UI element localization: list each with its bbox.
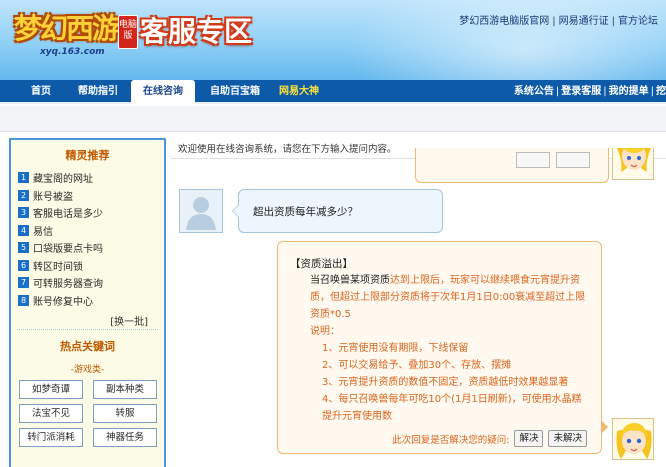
item-label: 口袋版要点卡吗 bbox=[33, 244, 103, 256]
recommend-list: 1 藏宝阁的网址 2 账号被盗 3 客服电话是多少 4 易信 5 口袋版要点卡吗 6 转区时… bbox=[11, 169, 164, 309]
item-number: 8 bbox=[18, 294, 29, 306]
item-label: 易信 bbox=[33, 226, 53, 238]
top-links: 梦幻西游电脑版官网 | 网易通行证 | 官方论坛 bbox=[459, 12, 658, 27]
list-item[interactable]: 4 易信 bbox=[11, 222, 164, 240]
keyword-button[interactable]: 法宝不见 bbox=[19, 404, 83, 423]
assistant-avatar bbox=[612, 148, 654, 180]
list-item[interactable]: 8 账号修复中心 bbox=[11, 292, 164, 310]
game-logo[interactable]: 梦幻西游 电脑版 xyq.163.com bbox=[6, 5, 138, 61]
item-label: 客服电话是多少 bbox=[33, 209, 103, 221]
main-nav: 首页 帮助指引 在线咨询 自助百宝箱 网易大神 系统公告 | 登录客服 | 我的提单 | 挖 bbox=[0, 80, 666, 106]
question-text: 超出资质每年减多少？ bbox=[253, 206, 358, 218]
answer-bubble: 【资质溢出】 当召唤兽某项资质达到上限后，玩家可以继续喂食元宵提升资质，但超过上… bbox=[277, 241, 608, 454]
divider: | bbox=[552, 16, 556, 27]
keyword-button[interactable]: 神器任务 bbox=[93, 428, 157, 447]
tab-home[interactable]: 首页 bbox=[16, 80, 66, 104]
keyword-button[interactable]: 如梦奇谭 bbox=[19, 380, 83, 399]
site-header: 梦幻西游 电脑版 xyq.163.com 客服专区 梦幻西游电脑版官网 | 网易通行… bbox=[0, 0, 666, 80]
link-announcements[interactable]: 系统公告 bbox=[514, 86, 554, 97]
keyword-grid: 如梦奇谭 副本种类 法宝不见 转服 转门派消耗 神器任务 bbox=[11, 380, 164, 447]
item-number: 4 bbox=[18, 224, 29, 236]
keyword-button[interactable]: 转服 bbox=[93, 404, 157, 423]
fairy-avatar-icon bbox=[613, 419, 653, 459]
user-question-bubble: 超出资质每年减多少？ bbox=[232, 189, 443, 233]
answer-note: 2、可以交易给予、叠加30个、存放、摆摊 bbox=[322, 360, 512, 371]
item-label: 可转服务器查询 bbox=[33, 279, 103, 291]
list-item[interactable]: 7 可转服务器查询 bbox=[11, 274, 164, 292]
link-forum[interactable]: 官方论坛 bbox=[618, 16, 658, 27]
list-item[interactable]: 2 账号被盗 bbox=[11, 187, 164, 205]
keyword-button[interactable]: 转门派消耗 bbox=[19, 428, 83, 447]
previous-answer-bubble bbox=[415, 148, 609, 183]
item-number: 6 bbox=[18, 259, 29, 271]
resolved-button[interactable]: 解决 bbox=[514, 430, 544, 447]
list-item[interactable]: 6 转区时间锁 bbox=[11, 257, 164, 275]
item-number: 2 bbox=[18, 189, 29, 201]
keyword-category: -游戏类- bbox=[70, 365, 105, 375]
list-item[interactable]: 1 藏宝阁的网址 bbox=[11, 169, 164, 187]
link-truncated[interactable]: 挖 bbox=[656, 86, 666, 97]
divider bbox=[17, 329, 158, 330]
list-item[interactable]: 5 口袋版要点卡吗 bbox=[11, 239, 164, 257]
tab-help-guide[interactable]: 帮助指引 bbox=[66, 80, 130, 104]
divider: | bbox=[611, 16, 615, 27]
item-label: 藏宝阁的网址 bbox=[33, 174, 93, 186]
welcome-message: 欢迎使用在线咨询系统，请您在下方输入提问内容。 bbox=[178, 144, 397, 155]
previous-unresolved-button[interactable] bbox=[556, 152, 590, 168]
answer-intro: 当召唤兽某项资质达到上限后，玩家可以继续喂食元宵提升资质，但超过上限部分资质将于… bbox=[290, 272, 591, 323]
answer-note: 1、元宵使用没有期限，下线保留 bbox=[322, 343, 469, 354]
logo-badge: 电脑版 bbox=[118, 15, 138, 49]
feedback-bar: 此次回复是否解决您的疑问: 解决 未解决 bbox=[392, 430, 587, 447]
item-number: 3 bbox=[18, 207, 29, 219]
unresolved-button[interactable]: 未解决 bbox=[548, 430, 587, 447]
item-number: 1 bbox=[18, 172, 29, 184]
divider: | bbox=[555, 86, 560, 97]
feedback-prompt: 此次回复是否解决您的疑问: bbox=[392, 434, 510, 446]
item-label: 转区时间锁 bbox=[33, 261, 83, 273]
nav-right-links: 系统公告 | 登录客服 | 我的提单 | 挖 bbox=[514, 80, 666, 104]
link-my-tickets[interactable]: 我的提单 bbox=[609, 86, 649, 97]
answer-title: 【资质溢出】 bbox=[290, 258, 353, 270]
assistant-avatar bbox=[612, 418, 654, 460]
keyword-button[interactable]: 副本种类 bbox=[93, 380, 157, 399]
link-official-site[interactable]: 梦幻西游电脑版官网 bbox=[459, 16, 549, 27]
tab-netease-dashen[interactable]: 网易大神 bbox=[271, 80, 327, 104]
sidebar: 精灵推荐 1 藏宝阁的网址 2 账号被盗 3 客服电话是多少 4 易信 5 口袋版要点卡吗… bbox=[9, 138, 166, 467]
answer-note: 4、每只召唤兽每年可吃10个(1月1日刷新)，可使用水晶糕提升元宵使用数 bbox=[322, 394, 582, 422]
fairy-avatar-icon bbox=[613, 148, 653, 179]
answer-note: 3、元宵提升资质的数值不固定，资质越低时效果越显著 bbox=[322, 377, 569, 388]
item-number: 5 bbox=[18, 242, 29, 254]
item-number: 7 bbox=[18, 277, 29, 289]
link-login-service[interactable]: 登录客服 bbox=[561, 86, 601, 97]
divider: | bbox=[603, 86, 607, 97]
refresh-batch-link[interactable]: [换一批] bbox=[11, 313, 164, 329]
user-silhouette-icon bbox=[180, 190, 222, 232]
list-item[interactable]: 3 客服电话是多少 bbox=[11, 204, 164, 222]
tab-online-consult[interactable]: 在线咨询 bbox=[131, 80, 195, 106]
logo-domain: xyq.163.com bbox=[40, 47, 105, 57]
hot-keywords-title: 热点关键词 bbox=[60, 340, 115, 353]
user-avatar bbox=[179, 189, 223, 233]
item-label: 账号被盗 bbox=[33, 191, 73, 203]
sub-nav-strip bbox=[0, 106, 666, 132]
answer-intro-plain: 当召唤兽某项资质 bbox=[310, 275, 390, 286]
previous-resolved-button[interactable] bbox=[516, 152, 550, 168]
answer-note-title: 说明： bbox=[310, 326, 340, 337]
tab-self-service[interactable]: 自助百宝箱 bbox=[199, 80, 271, 104]
item-label: 账号修复中心 bbox=[33, 296, 93, 308]
logo-text: 梦幻西游 bbox=[14, 12, 120, 45]
page-title: 客服专区 bbox=[140, 15, 253, 48]
sidebar-title: 精灵推荐 bbox=[65, 149, 110, 162]
divider: | bbox=[650, 86, 654, 97]
link-passport[interactable]: 网易通行证 bbox=[559, 16, 609, 27]
answer-body: 当召唤兽某项资质达到上限后，玩家可以继续喂食元宵提升资质，但超过上限部分资质将于… bbox=[290, 272, 591, 425]
